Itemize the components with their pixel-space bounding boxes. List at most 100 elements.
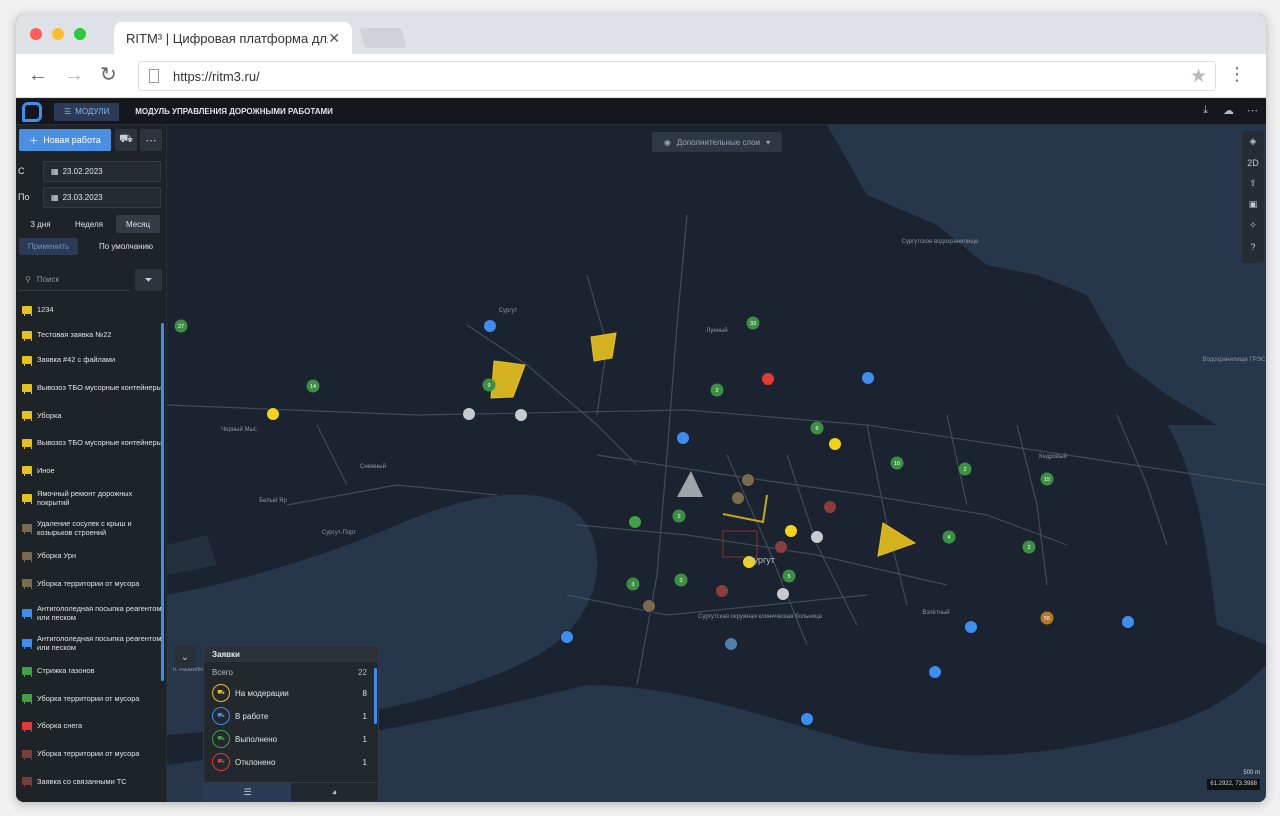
list-item[interactable]: Антигололедная посыпка реагентом или пес… [16,628,162,658]
request-marker[interactable] [483,319,497,333]
list-item[interactable]: Уборка [16,403,162,428]
back-icon[interactable]: ← [28,64,48,86]
layers-icon[interactable]: ◈ [1242,131,1264,152]
cluster-marker[interactable]: 4 [942,530,956,544]
status-row[interactable]: ⛟ Выполнено 1 [212,730,367,748]
image-icon[interactable]: ▣ [1242,194,1264,215]
status-row[interactable]: ⛟ В работе 1 [212,707,367,725]
request-marker[interactable] [774,540,788,554]
vehicle-button[interactable]: ⛟ [115,129,137,151]
filter-button[interactable]: ⏷ [135,269,162,291]
forward-icon[interactable]: → [64,64,84,86]
request-marker[interactable] [776,587,790,601]
default-button[interactable]: По умолчанию [86,238,166,255]
range-week[interactable]: Неделя [66,215,112,233]
request-marker[interactable] [514,408,528,422]
status-row[interactable]: ⛟ Отклонено 1 [212,753,367,771]
list-item[interactable]: Тестовая заявка №22 [16,322,162,347]
cluster-marker[interactable]: 33 [746,316,760,330]
status-row[interactable]: ⛟ На модерации 8 [212,684,367,702]
list-item[interactable]: Заявка 111 [16,794,162,803]
pin-icon[interactable]: ✧ [1242,215,1264,236]
cluster-marker[interactable]: 55 [1040,611,1054,625]
list-item[interactable]: Уборка снега [16,713,162,738]
ritm-logo[interactable] [22,101,42,122]
list-scrollbar[interactable] [161,323,164,681]
request-marker[interactable] [1121,615,1135,629]
additional-layers-button[interactable]: ◉ Дополнительные слои ▾ [652,132,782,152]
help-icon[interactable]: ? [1242,236,1264,257]
more-icon[interactable]: ⋯ [1247,104,1258,117]
address-bar[interactable]: https://ritm3.ru/ ★ [138,61,1216,91]
cluster-marker[interactable]: 10 [890,456,904,470]
request-marker[interactable] [823,500,837,514]
modules-button[interactable]: ☰ МОДУЛИ [54,102,120,121]
request-marker[interactable] [676,431,690,445]
new-job-button[interactable]: ＋ Новая работа [19,129,111,151]
list-item[interactable]: Вывозоз ТБО мусорные контейнеры [16,428,162,458]
new-tab-button[interactable] [359,28,407,48]
list-item[interactable]: Стрижка газонов [16,658,162,683]
reload-icon[interactable]: ↻ [100,64,117,86]
collapse-button[interactable]: ⌄ [174,646,196,668]
list-item[interactable]: 1234 [16,297,162,322]
to-date-field[interactable]: ▦ 23.03.2023 [43,187,161,208]
cluster-marker[interactable]: 5 [782,569,796,583]
minimize-window-button[interactable] [52,28,64,40]
maximize-window-button[interactable] [74,28,86,40]
list-item[interactable]: Заявка со связанными ТС [16,769,162,794]
range-3-days[interactable]: 3 дня [19,215,62,233]
list-item[interactable]: Ямочный ремонт дорожных покрытий [16,483,162,513]
request-marker[interactable] [715,584,729,598]
request-marker[interactable] [784,524,798,538]
request-marker[interactable] [828,437,842,451]
list-item[interactable]: Уборка Урн [16,543,162,568]
panel-scrollbar[interactable] [374,668,377,724]
list-item[interactable]: Антигололедная посыпка реагентом или пес… [16,598,162,628]
request-marker[interactable] [761,372,775,386]
cluster-marker[interactable]: 27 [174,319,188,333]
request-marker[interactable] [964,620,978,634]
cluster-marker[interactable]: 14 [306,379,320,393]
view-2d-button[interactable]: 2D [1242,152,1264,173]
download-icon[interactable]: ⤓ [1203,104,1208,117]
cloud-icon[interactable]: ☁ [1223,104,1234,117]
cluster-marker[interactable]: 9 [482,378,496,392]
cluster-marker[interactable]: 6 [810,421,824,435]
from-date-field[interactable]: ▦ 23.02.2023 [43,161,161,182]
cluster-marker[interactable]: 2 [1022,540,1036,554]
apply-button[interactable]: Применить [19,238,78,255]
list-item[interactable]: Вывозоз ТБО мусорные контейнеры [16,373,162,403]
request-marker[interactable] [800,712,814,726]
list-item[interactable]: Уборка территории от мусора [16,739,162,769]
map-view[interactable]: 27 14 9 33 2 6 10 2 15 2 4 2 3 3 5 55 Сургутское водохр… [167,125,1266,802]
request-marker[interactable] [741,473,755,487]
close-window-button[interactable] [30,28,42,40]
tab-close-icon[interactable]: ✕ [328,30,340,47]
request-marker[interactable] [628,515,642,529]
list-view-tab[interactable]: ☰ [204,783,291,801]
bookmark-star-icon[interactable]: ★ [1190,65,1207,88]
compass-icon[interactable]: ⇧ [1242,173,1264,194]
request-marker[interactable] [731,491,745,505]
request-marker[interactable] [560,630,574,644]
browser-menu-icon[interactable]: ⋮ [1228,64,1246,84]
cluster-marker[interactable]: 15 [1040,472,1054,486]
search-input[interactable]: ⚲ Поиск [19,269,129,291]
request-marker[interactable] [861,371,875,385]
request-marker[interactable] [724,637,738,651]
list-item[interactable]: Иное [16,458,162,483]
cluster-marker[interactable]: 3 [674,573,688,587]
chart-view-tab[interactable]: ◕ [291,783,378,801]
cluster-marker[interactable]: 2 [958,462,972,476]
range-month[interactable]: Месяц [116,215,160,233]
list-item[interactable]: Уборка территории от мусора [16,568,162,598]
cluster-marker[interactable]: 2 [672,509,686,523]
list-item[interactable]: Уборка территории от мусора [16,683,162,713]
list-item[interactable]: Заявка #42 с файлами [16,347,162,372]
request-marker[interactable] [266,407,280,421]
cluster-marker[interactable]: 3 [626,577,640,591]
request-marker[interactable] [462,407,476,421]
request-marker[interactable] [810,530,824,544]
browser-tab[interactable]: RITM³ | Цифровая платформа для... ✕ [114,22,352,54]
